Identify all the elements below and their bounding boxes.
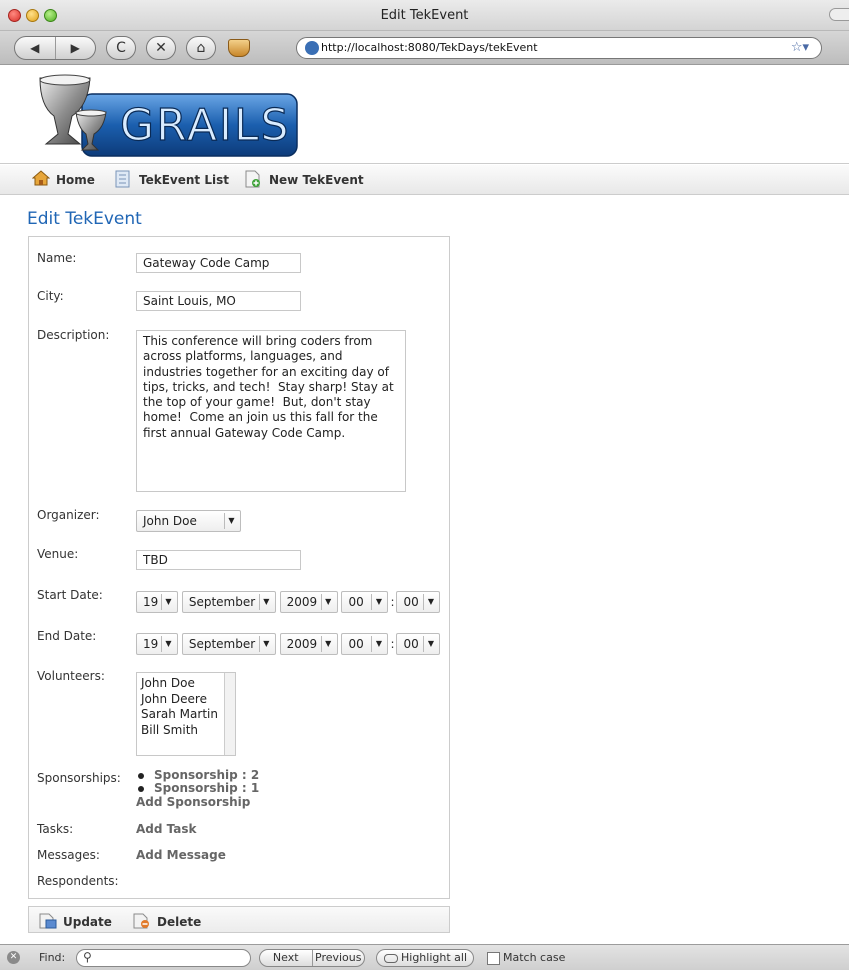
add-sponsorship-link[interactable]: Add Sponsorship	[136, 795, 259, 809]
page-title: Edit TekEvent	[27, 209, 142, 229]
site-globe-icon	[305, 41, 319, 55]
start-day-select[interactable]: 19 ▼	[136, 591, 178, 613]
start-month-select[interactable]: September ▼	[181, 591, 276, 613]
find-next-button[interactable]: Next	[260, 950, 312, 966]
organizer-select[interactable]: John Doe ▼	[136, 510, 241, 532]
find-label: Find:	[39, 951, 66, 964]
window-titlebar: Edit TekEvent	[0, 0, 849, 31]
venue-input[interactable]	[136, 550, 301, 570]
nav-home-label[interactable]: Home	[56, 173, 95, 187]
nav-new-tekevent[interactable]: New TekEvent	[245, 170, 364, 188]
description-label: Description:	[37, 328, 110, 342]
end-hour-select[interactable]: 00 ▼	[341, 633, 389, 655]
bookmark-cup-icon[interactable]	[228, 39, 250, 57]
chevron-down-icon: ▼	[423, 594, 437, 610]
chevron-down-icon: ▼	[258, 594, 273, 610]
nav-new-label[interactable]: New TekEvent	[269, 173, 364, 187]
start-minute-select[interactable]: 00 ▼	[396, 591, 441, 613]
chevron-down-icon: ▼	[224, 513, 238, 529]
end-minute-select[interactable]: 00 ▼	[396, 633, 441, 655]
new-document-icon	[245, 170, 260, 188]
start-date-label: Start Date:	[37, 588, 103, 602]
venue-label: Venue:	[37, 547, 79, 561]
match-case-checkbox[interactable]: Match case	[487, 950, 565, 965]
tasks-label: Tasks:	[37, 822, 74, 836]
end-day-select[interactable]: 19 ▼	[136, 633, 178, 655]
nav-list-label[interactable]: TekEvent List	[139, 173, 229, 187]
list-item[interactable]: John Deere	[137, 692, 235, 708]
home-icon	[32, 170, 50, 186]
city-label: City:	[37, 289, 64, 303]
list-item[interactable]: Bill Smith	[137, 723, 235, 739]
forward-button[interactable]: ▶	[54, 37, 96, 59]
chevron-down-icon: ▼	[371, 594, 385, 610]
volunteers-listbox[interactable]: John Doe John Deere Sarah Martin Bill Sm…	[136, 672, 236, 756]
close-findbar-icon[interactable]: ✕	[7, 951, 20, 964]
chevron-down-icon: ▼	[161, 594, 175, 610]
chevron-down-icon: ▼	[161, 636, 175, 652]
search-icon: ⚲	[83, 950, 92, 964]
add-message-link[interactable]: Add Message	[136, 848, 226, 862]
chevron-down-icon: ▼	[320, 594, 335, 610]
address-bar[interactable]: http://localhost:8080/TekDays/tekEvent ☆…	[296, 37, 822, 59]
name-label: Name:	[37, 251, 77, 265]
chevron-down-icon: ▼	[371, 636, 385, 652]
start-hour-select[interactable]: 00 ▼	[341, 591, 389, 613]
city-input[interactable]	[136, 291, 301, 311]
find-navigation: Next Previous	[259, 949, 365, 967]
chevron-down-icon: ▼	[258, 636, 273, 652]
sponsorship-link[interactable]: Sponsorship : 2	[154, 769, 259, 781]
find-bar: ✕ Find: ⚲ Next Previous Highlight all Ma…	[0, 944, 849, 970]
sponsorship-link[interactable]: Sponsorship : 1	[154, 782, 259, 794]
highlight-all-button[interactable]: Highlight all	[376, 949, 474, 967]
bookmark-star-icon[interactable]: ☆▾	[791, 40, 809, 55]
page-header: GRAILS	[0, 66, 849, 164]
description-textarea[interactable]: This conference will bring coders from a…	[136, 330, 406, 492]
save-icon	[39, 913, 57, 929]
volunteers-label: Volunteers:	[37, 669, 105, 683]
list-item[interactable]: John Doe	[137, 676, 235, 692]
logo-wordmark: GRAILS	[120, 100, 290, 151]
start-date-selects: 19 ▼ September ▼ 2009 ▼ 00 ▼:00 ▼	[136, 591, 441, 613]
home-button[interactable]: ⌂	[186, 36, 216, 60]
name-input[interactable]	[136, 253, 301, 273]
delete-button[interactable]: Delete	[133, 913, 201, 929]
find-input[interactable]: ⚲	[76, 949, 251, 967]
stop-button[interactable]: ✕	[146, 36, 176, 60]
sponsorships-label: Sponsorships:	[37, 771, 121, 785]
organizer-label: Organizer:	[37, 508, 100, 522]
end-year-select[interactable]: 2009 ▼	[279, 633, 338, 655]
add-task-link[interactable]: Add Task	[136, 822, 197, 836]
find-previous-button[interactable]: Previous	[311, 950, 365, 966]
update-button[interactable]: Update	[39, 913, 112, 929]
end-date-label: End Date:	[37, 629, 97, 643]
nav-tekevent-list[interactable]: TekEvent List	[115, 170, 229, 188]
edit-form: Name: City: Description: This conference…	[28, 236, 450, 899]
address-text[interactable]: http://localhost:8080/TekDays/tekEvent	[321, 41, 538, 54]
listbox-scrollbar[interactable]	[224, 673, 235, 755]
sponsorship-item: Sponsorship : 2	[136, 769, 259, 781]
window-title: Edit TekEvent	[380, 8, 469, 23]
reload-button[interactable]: C	[106, 36, 136, 60]
respondents-label: Respondents:	[37, 874, 119, 888]
list-item[interactable]: Sarah Martin	[137, 707, 235, 723]
browser-toolbar: ◀ ▶ C ✕ ⌂ http://localhost:8080/TekDays/…	[0, 31, 849, 65]
form-buttons: Update Delete	[28, 906, 450, 933]
chevron-down-icon: ▼	[320, 636, 335, 652]
organizer-selected: John Doe	[143, 514, 197, 528]
chevron-down-icon: ▼	[423, 636, 437, 652]
messages-label: Messages:	[37, 848, 100, 862]
sponsorship-item: Sponsorship : 1	[136, 782, 259, 794]
toolbar-toggle-button[interactable]	[829, 8, 849, 21]
list-icon	[115, 170, 130, 188]
back-button[interactable]: ◀	[15, 37, 55, 59]
start-year-select[interactable]: 2009 ▼	[279, 591, 338, 613]
grails-logo: GRAILS	[39, 74, 298, 157]
end-date-selects: 19 ▼ September ▼ 2009 ▼ 00 ▼:00 ▼	[136, 633, 441, 655]
end-month-select[interactable]: September ▼	[181, 633, 276, 655]
delete-icon	[133, 913, 149, 929]
nav-bar: Home TekEvent List New TekEvent	[0, 165, 849, 195]
nav-home[interactable]: Home	[32, 170, 95, 187]
back-forward-control: ◀ ▶	[14, 36, 96, 60]
